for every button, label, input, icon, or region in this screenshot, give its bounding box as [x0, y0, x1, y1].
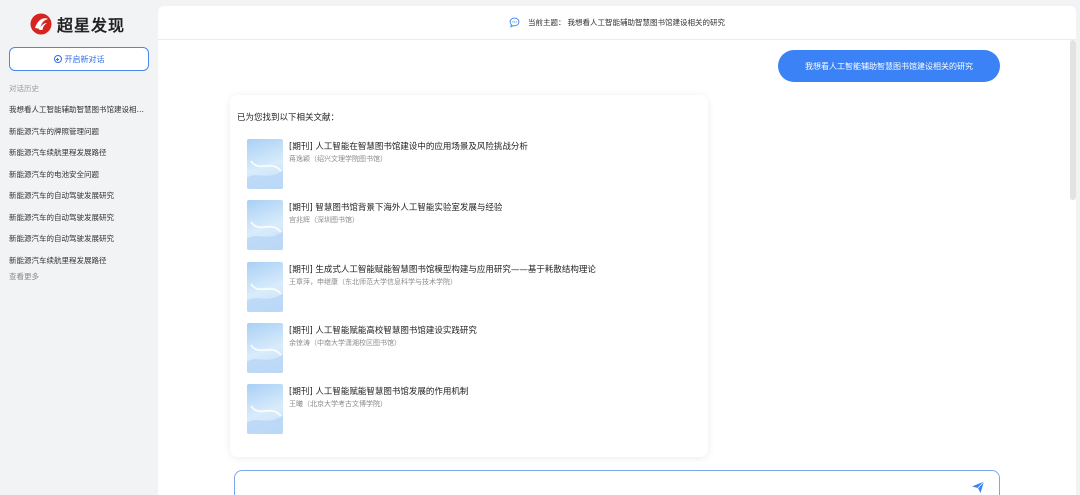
- history-item[interactable]: 新能源汽车的电池安全问题: [9, 167, 149, 189]
- reference-item[interactable]: [期刊] 人工智能赋能智慧图书馆发展的作用机制 王曦（北京大学考古文博学院）: [247, 384, 687, 434]
- history-item[interactable]: 新能源汽车的自动驾驶发展研究: [9, 231, 149, 253]
- journal-cover-thumbnail: [247, 139, 283, 189]
- plus-circle-icon: [53, 55, 62, 63]
- reference-item[interactable]: [期刊] 人工智能在智慧图书馆建设中的应用场景及风险挑战分析 蒋逸颖（绍兴文理学…: [247, 139, 687, 189]
- chat-bubble-icon: [509, 17, 520, 28]
- history-item[interactable]: 新能源汽车的牌照管理问题: [9, 124, 149, 146]
- reference-author: 王章萍，申继康（东北师范大学信息科学与技术学院）: [289, 278, 457, 286]
- scrollbar[interactable]: [1070, 40, 1076, 200]
- reference-author: 宫兆辉（深圳图书馆）: [289, 216, 359, 224]
- journal-cover-thumbnail: [247, 384, 283, 434]
- topic-title: 我想看人工智能辅助智慧图书馆建设相关的研究: [567, 18, 726, 27]
- reference-author: 余惊涛（中南大学潇湘校区图书馆）: [289, 339, 401, 347]
- logo-icon: [30, 13, 52, 35]
- history-item[interactable]: 新能源汽车的自动驾驶发展研究: [9, 188, 149, 210]
- topic-label: 当前主题：: [528, 18, 566, 27]
- reference-title: [期刊] 人工智能赋能智慧图书馆发展的作用机制: [289, 387, 469, 397]
- see-more-link[interactable]: 查看更多: [9, 271, 39, 282]
- history-item[interactable]: 新能源汽车的自动驾驶发展研究: [9, 210, 149, 232]
- user-message-bubble: 我想看人工智能辅助智慧图书馆建设相关的研究: [778, 50, 1000, 82]
- reference-item[interactable]: [期刊] 人工智能赋能高校智慧图书馆建设实践研究 余惊涛（中南大学潇湘校区图书馆…: [247, 323, 687, 373]
- reference-author: 王曦（北京大学考古文博学院）: [289, 400, 387, 408]
- chat-panel: 当前主题： 我想看人工智能辅助智慧图书馆建设相关的研究 我想看人工智能辅助智慧图…: [158, 6, 1076, 495]
- reference-title: [期刊] 生成式人工智能赋能智慧图书馆模型构建与应用研究——基于耗散结构理论: [289, 265, 596, 275]
- journal-cover-thumbnail: [247, 323, 283, 373]
- journal-cover-thumbnail: [247, 200, 283, 250]
- reference-author: 蒋逸颖（绍兴文理学院图书馆）: [289, 155, 387, 163]
- history-item[interactable]: 我想看人工智能辅助智慧图书馆建设相关的研究: [9, 102, 149, 124]
- reply-intro: 已为您找到以下相关文献：: [237, 113, 340, 123]
- reference-title: [期刊] 智慧图书馆背景下海外人工智能实验室发展与经验: [289, 203, 503, 213]
- reference-title: [期刊] 人工智能在智慧图书馆建设中的应用场景及风险挑战分析: [289, 142, 528, 152]
- reference-title: [期刊] 人工智能赋能高校智慧图书馆建设实践研究: [289, 326, 477, 336]
- message-input[interactable]: [243, 477, 963, 495]
- new-chat-button[interactable]: 开启新对话: [9, 47, 149, 71]
- send-icon[interactable]: [971, 480, 985, 494]
- history-item[interactable]: 新能源汽车续航里程发展路径: [9, 145, 149, 167]
- logo[interactable]: 超星发现: [30, 12, 125, 36]
- message-input-box[interactable]: [234, 470, 1000, 495]
- new-chat-label: 开启新对话: [64, 54, 105, 64]
- reference-item[interactable]: [期刊] 智慧图书馆背景下海外人工智能实验室发展与经验 宫兆辉（深圳图书馆）: [247, 200, 687, 250]
- reference-item[interactable]: [期刊] 生成式人工智能赋能智慧图书馆模型构建与应用研究——基于耗散结构理论 王…: [247, 262, 687, 312]
- sidebar: 超星发现 开启新对话 对话历史 我想看人工智能辅助智慧图书馆建设相关的研究 新能…: [0, 0, 158, 495]
- history-list: 我想看人工智能辅助智慧图书馆建设相关的研究 新能源汽车的牌照管理问题 新能源汽车…: [9, 102, 149, 274]
- topic-bar: 当前主题： 我想看人工智能辅助智慧图书馆建设相关的研究: [158, 6, 1076, 40]
- assistant-reply-card: 已为您找到以下相关文献： [期刊] 人工智能在智慧图书馆建设中的应用场景及风险挑…: [230, 95, 708, 457]
- history-title: 对话历史: [9, 84, 39, 93]
- logo-text: 超星发现: [57, 16, 126, 35]
- journal-cover-thumbnail: [247, 262, 283, 312]
